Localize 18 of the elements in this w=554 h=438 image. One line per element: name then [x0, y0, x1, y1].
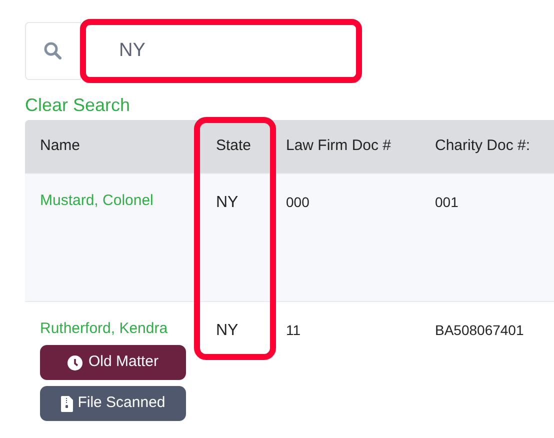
client-name-link[interactable]: Rutherford, Kendra [40, 319, 168, 339]
search-icon [43, 41, 63, 61]
state-cell: NY [216, 194, 238, 211]
doc-number-cell: BA508067401 [435, 322, 524, 338]
clear-search-link[interactable]: Clear Search [25, 92, 130, 118]
column-header: State [216, 137, 252, 154]
status-badge: File Scanned [40, 386, 186, 421]
doc-number-cell: 11 [286, 322, 301, 338]
doc-number-cell: 001 [435, 194, 458, 210]
client-name-link[interactable]: Mustard, Colonel [40, 191, 154, 211]
column-header: Law Firm Doc # [286, 137, 392, 154]
column-header: Name [40, 137, 80, 154]
state-cell: NY [216, 322, 238, 339]
doc-number-cell: 000 [286, 194, 310, 210]
column-header: Charity Doc #: [435, 137, 530, 154]
clock-icon [67, 354, 84, 370]
status-badge: Old Matter [40, 345, 186, 380]
zip-file-icon [60, 396, 73, 412]
